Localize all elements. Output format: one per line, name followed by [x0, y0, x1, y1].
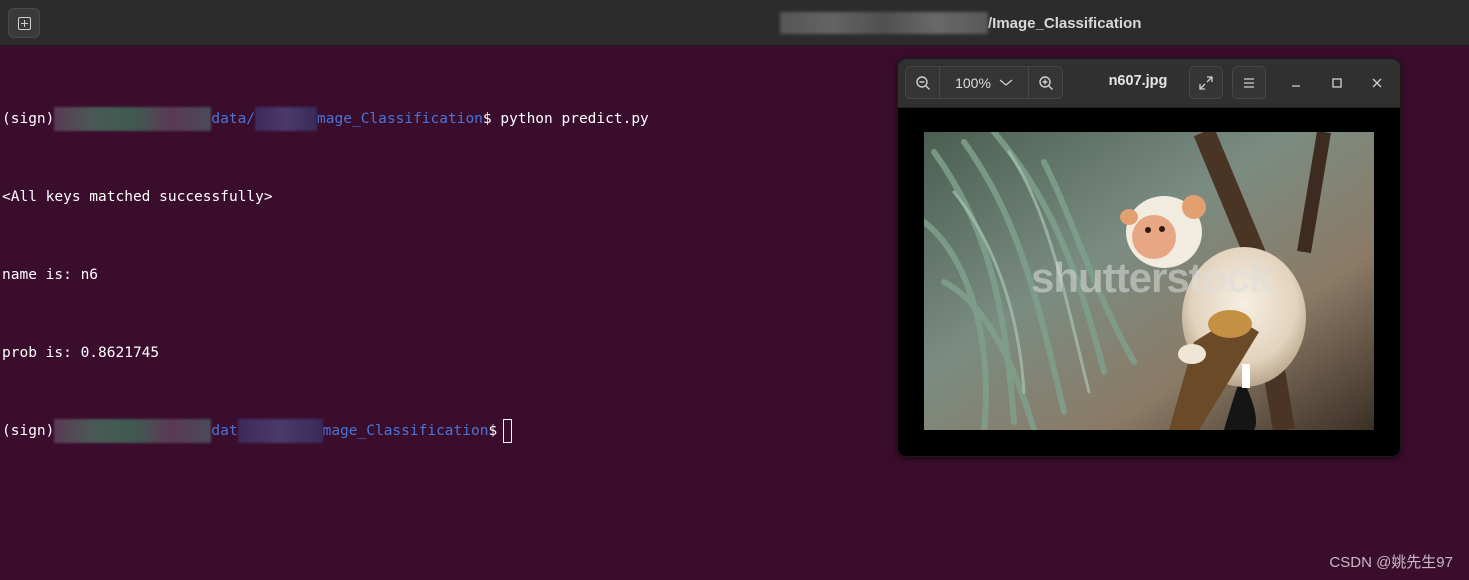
menu-button[interactable] — [1232, 66, 1266, 99]
new-tab-icon — [17, 16, 31, 30]
fullscreen-button[interactable] — [1189, 66, 1223, 99]
redacted-path — [255, 107, 318, 131]
terminal-cursor — [503, 419, 513, 443]
redacted-path — [54, 419, 212, 443]
terminal-title: /Image_Classification — [988, 14, 1142, 32]
terminal-line: <All keys matched successfully> — [2, 184, 649, 210]
zoom-in-button[interactable] — [1028, 67, 1062, 98]
chevron-down-icon — [999, 79, 1013, 86]
image-viewer-window[interactable]: 100% n607.jpg shutterstock — [897, 58, 1401, 457]
prompt-symbol: $ — [488, 423, 498, 439]
watermark-text: shutterstock — [1030, 254, 1272, 301]
minimize-button[interactable] — [1284, 71, 1308, 95]
output-text: <All keys matched successfully> — [2, 189, 273, 205]
maximize-button[interactable] — [1325, 71, 1349, 95]
terminal-line: prob is: 0.8621745 — [2, 340, 649, 366]
maximize-icon — [1332, 78, 1342, 88]
zoom-out-button[interactable] — [906, 67, 940, 98]
path-segment: data/ — [211, 111, 256, 127]
env-prefix: (sign) — [2, 111, 55, 127]
fullscreen-icon — [1199, 75, 1213, 90]
terminal-titlebar: /Image_Classification — [0, 0, 1469, 46]
displayed-photo: shutterstock — [924, 132, 1374, 430]
terminal-line: name is: n6 — [2, 262, 649, 288]
zoom-level-dropdown[interactable]: 100% — [940, 67, 1028, 98]
terminal-line: (sign) dat mage_Classification $ — [2, 418, 649, 444]
new-tab-button[interactable] — [8, 8, 40, 38]
zoom-in-icon — [1038, 75, 1053, 90]
hamburger-menu-icon — [1244, 77, 1254, 88]
viewer-header-bar: 100% n607.jpg — [898, 59, 1400, 108]
close-button[interactable] — [1365, 71, 1389, 95]
output-text: name is: n6 — [2, 267, 99, 283]
terminal-line: (sign) data/ mage_Classification $ pytho… — [2, 106, 649, 132]
path-segment: mage_Classification — [322, 423, 489, 439]
redacted-path — [237, 419, 323, 443]
redacted-title-path — [780, 12, 988, 34]
path-segment: dat — [211, 423, 238, 439]
close-icon — [1372, 78, 1382, 88]
minimize-icon — [1292, 85, 1300, 87]
zoom-controls: 100% — [905, 66, 1063, 99]
terminal-output[interactable]: (sign) data/ mage_Classification $ pytho… — [2, 54, 649, 470]
path-segment: mage_Classification — [317, 111, 483, 127]
env-prefix: (sign) — [2, 423, 55, 439]
zoom-out-icon — [915, 75, 930, 90]
terminal-title-area: /Image_Classification — [780, 10, 1141, 36]
command-text: $ python predict.py — [482, 111, 649, 127]
redacted-path — [54, 107, 212, 131]
footer-credit: CSDN @姚先生97 — [1329, 554, 1453, 571]
viewer-filename: n607.jpg — [1108, 73, 1168, 89]
zoom-level-value: 100% — [955, 74, 991, 91]
output-text: prob is: 0.8621745 — [2, 345, 160, 361]
